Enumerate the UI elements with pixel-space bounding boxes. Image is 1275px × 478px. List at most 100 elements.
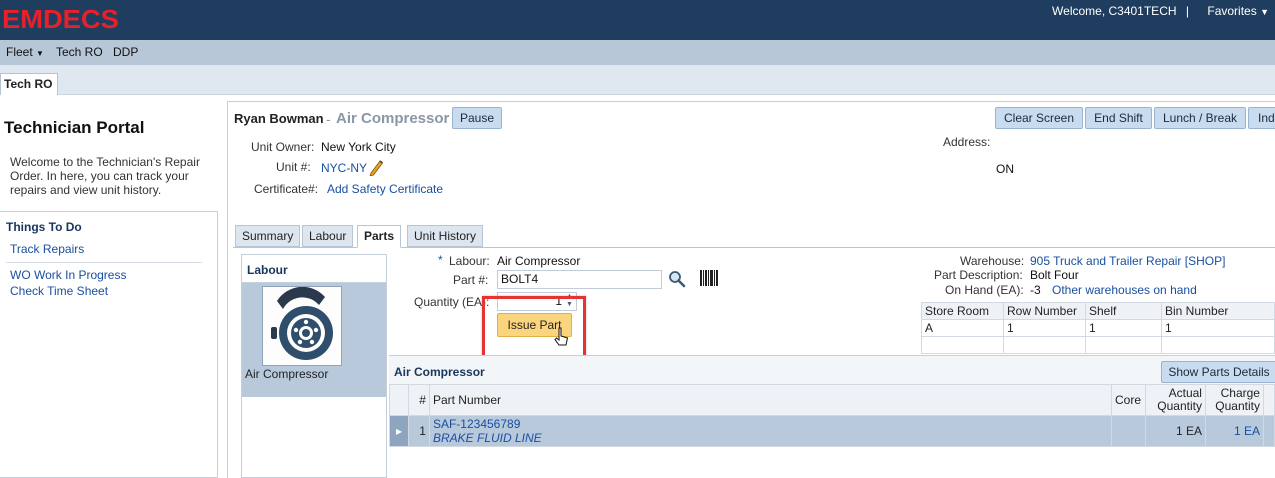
caret-down-icon: ▼ — [1260, 7, 1269, 17]
things-to-do-title: Things To Do — [6, 220, 82, 234]
column-charge-quantity: Charge Quantity — [1204, 384, 1264, 416]
labour-panel-title: Labour — [242, 255, 386, 283]
nav-fleet[interactable]: Fleet ▼ — [6, 45, 44, 59]
part-number-link[interactable]: SAF-123456789 — [433, 417, 1108, 431]
cell-core — [1111, 415, 1146, 447]
column-overflow — [1262, 384, 1275, 416]
part-description-value: Bolt Four — [1030, 268, 1079, 282]
check-time-sheet-link[interactable]: Check Time Sheet — [10, 284, 108, 298]
unit-owner-label: Unit Owner: — [251, 140, 315, 154]
title-dash: - — [326, 111, 331, 127]
parts-panel-title: Air Compressor — [394, 365, 485, 379]
other-warehouses-link[interactable]: Other warehouses on hand — [1052, 283, 1197, 297]
part-number-input[interactable]: BOLT4 — [497, 270, 662, 289]
quantity-label: Quantity (EA): — [414, 295, 490, 309]
top-header: EMDECS Welcome, C3401TECH | Favorites ▼ — [0, 0, 1275, 40]
tab-labour[interactable]: Labour — [302, 225, 354, 247]
favorites-menu[interactable]: Favorites ▼ — [1207, 4, 1269, 18]
show-parts-details-button[interactable]: Show Parts Details — [1161, 361, 1275, 383]
empty-cell — [1085, 336, 1162, 354]
labour-item-label: Air Compressor — [245, 367, 329, 381]
unit-label: Unit #: — [276, 160, 311, 174]
lunch-break-button[interactable]: Lunch / Break — [1154, 107, 1246, 129]
labour-field-label: Labour: — [449, 254, 490, 268]
pencil-edit-icon[interactable] — [368, 158, 384, 179]
highlight-box — [482, 296, 586, 361]
unit-owner-value: New York City — [321, 140, 396, 154]
column-bin-number: Bin Number — [1161, 302, 1275, 320]
wo-work-in-progress-link[interactable]: WO Work In Progress — [10, 268, 126, 282]
empty-cell — [1161, 336, 1275, 354]
header-separator: | — [1185, 4, 1189, 18]
column-number: # — [407, 384, 430, 416]
table-row: A 1 1 1 — [921, 319, 1275, 337]
tab-tech-ro[interactable]: Tech RO — [0, 73, 58, 95]
certificate-label: Certificate#: — [254, 182, 319, 196]
charge-quantity-link[interactable]: 1 EA — [1234, 424, 1260, 438]
on-hand-value: -3 — [1030, 283, 1041, 297]
page-title: Technician Portal — [4, 118, 145, 137]
cell-row-number: 1 — [1003, 319, 1086, 337]
address-label: Address: — [943, 135, 991, 149]
tab-summary[interactable]: Summary — [235, 225, 301, 247]
nav-fleet-label: Fleet — [6, 45, 33, 59]
task-title: Air Compressor — [336, 110, 450, 127]
on-hand-label: On Hand (EA): — [945, 283, 1024, 297]
cell-charge-quantity: 1 EA — [1204, 415, 1264, 447]
table-row[interactable]: ▸ 1 SAF-123456789 BRAKE FLUID LINE 1 EA … — [389, 415, 1275, 447]
ind-button[interactable]: Ind — [1248, 107, 1275, 129]
cell-shelf: 1 — [1085, 319, 1162, 337]
labour-field-value: Air Compressor — [497, 254, 581, 268]
empty-cell — [1003, 336, 1086, 354]
welcome-text: Welcome, C3401TECH | — [1052, 4, 1189, 18]
labour-list-panel: Labour Air Compressor — [241, 254, 387, 478]
store-room-table: Store Room Row Number Shelf Bin Number A… — [921, 302, 1275, 354]
cell-bin-number: 1 — [1161, 319, 1275, 337]
table-header-row: # Part Number Core Actual Quantity Charg… — [389, 384, 1275, 416]
column-expander — [389, 384, 409, 416]
window-tabstrip: Tech RO — [0, 65, 1275, 95]
cell-part-number: SAF-123456789 BRAKE FLUID LINE — [428, 415, 1113, 447]
column-shelf: Shelf — [1085, 302, 1162, 320]
column-store-room: Store Room — [921, 302, 1004, 320]
address-province: ON — [996, 162, 1014, 176]
part-description-label: Part Description: — [934, 268, 1023, 282]
row-expand-icon[interactable]: ▸ — [389, 415, 409, 447]
unit-link[interactable]: NYC-NY — [321, 161, 367, 175]
nav-tech-ro[interactable]: Tech RO — [56, 45, 103, 59]
warehouse-link[interactable]: 905 Truck and Trailer Repair [SHOP] — [1030, 254, 1225, 268]
labour-item[interactable]: Air Compressor — [242, 283, 386, 397]
cell-overflow — [1262, 415, 1275, 447]
main-nav: Fleet ▼ Tech RO DDP — [0, 40, 1275, 65]
column-core: Core — [1111, 384, 1146, 416]
track-repairs-link[interactable]: Track Repairs — [10, 242, 84, 256]
warehouse-label: Warehouse: — [960, 254, 1025, 268]
parts-table: # Part Number Core Actual Quantity Charg… — [389, 384, 1275, 447]
things-to-do-panel: Things To Do Track Repairs WO Work In Pr… — [0, 211, 218, 478]
part-description: BRAKE FLUID LINE — [432, 431, 542, 445]
parts-panel-header: Air Compressor Show Parts Details — [389, 356, 1275, 384]
end-shift-button[interactable]: End Shift — [1085, 107, 1152, 129]
divider — [6, 262, 202, 263]
nav-ddp[interactable]: DDP — [113, 45, 138, 59]
mouse-pointer-icon — [554, 327, 570, 352]
issued-parts-panel: Air Compressor Show Parts Details # Part… — [389, 355, 1275, 478]
cell-actual-quantity: 1 EA — [1145, 415, 1206, 447]
emdecs-logo[interactable]: EMDECS — [2, 4, 119, 35]
tab-unit-history[interactable]: Unit History — [407, 225, 484, 247]
add-safety-certificate-link[interactable]: Add Safety Certificate — [327, 182, 443, 196]
portal-description: Welcome to the Technician's Repair Order… — [10, 155, 200, 197]
column-row-number: Row Number — [1003, 302, 1086, 320]
barcode-icon[interactable] — [698, 268, 720, 291]
clear-screen-button[interactable]: Clear Screen — [995, 107, 1083, 129]
pause-button[interactable]: Pause — [452, 107, 502, 129]
column-part-number: Part Number — [428, 384, 1113, 416]
table-header-row: Store Room Row Number Shelf Bin Number — [921, 302, 1275, 320]
technician-name: Ryan Bowman — [234, 111, 324, 126]
search-icon[interactable] — [668, 270, 686, 291]
required-star: * — [438, 253, 443, 267]
empty-cell — [921, 336, 1004, 354]
brake-disc-icon — [262, 286, 342, 366]
column-actual-quantity: Actual Quantity — [1145, 384, 1206, 416]
tab-parts[interactable]: Parts — [357, 225, 402, 248]
